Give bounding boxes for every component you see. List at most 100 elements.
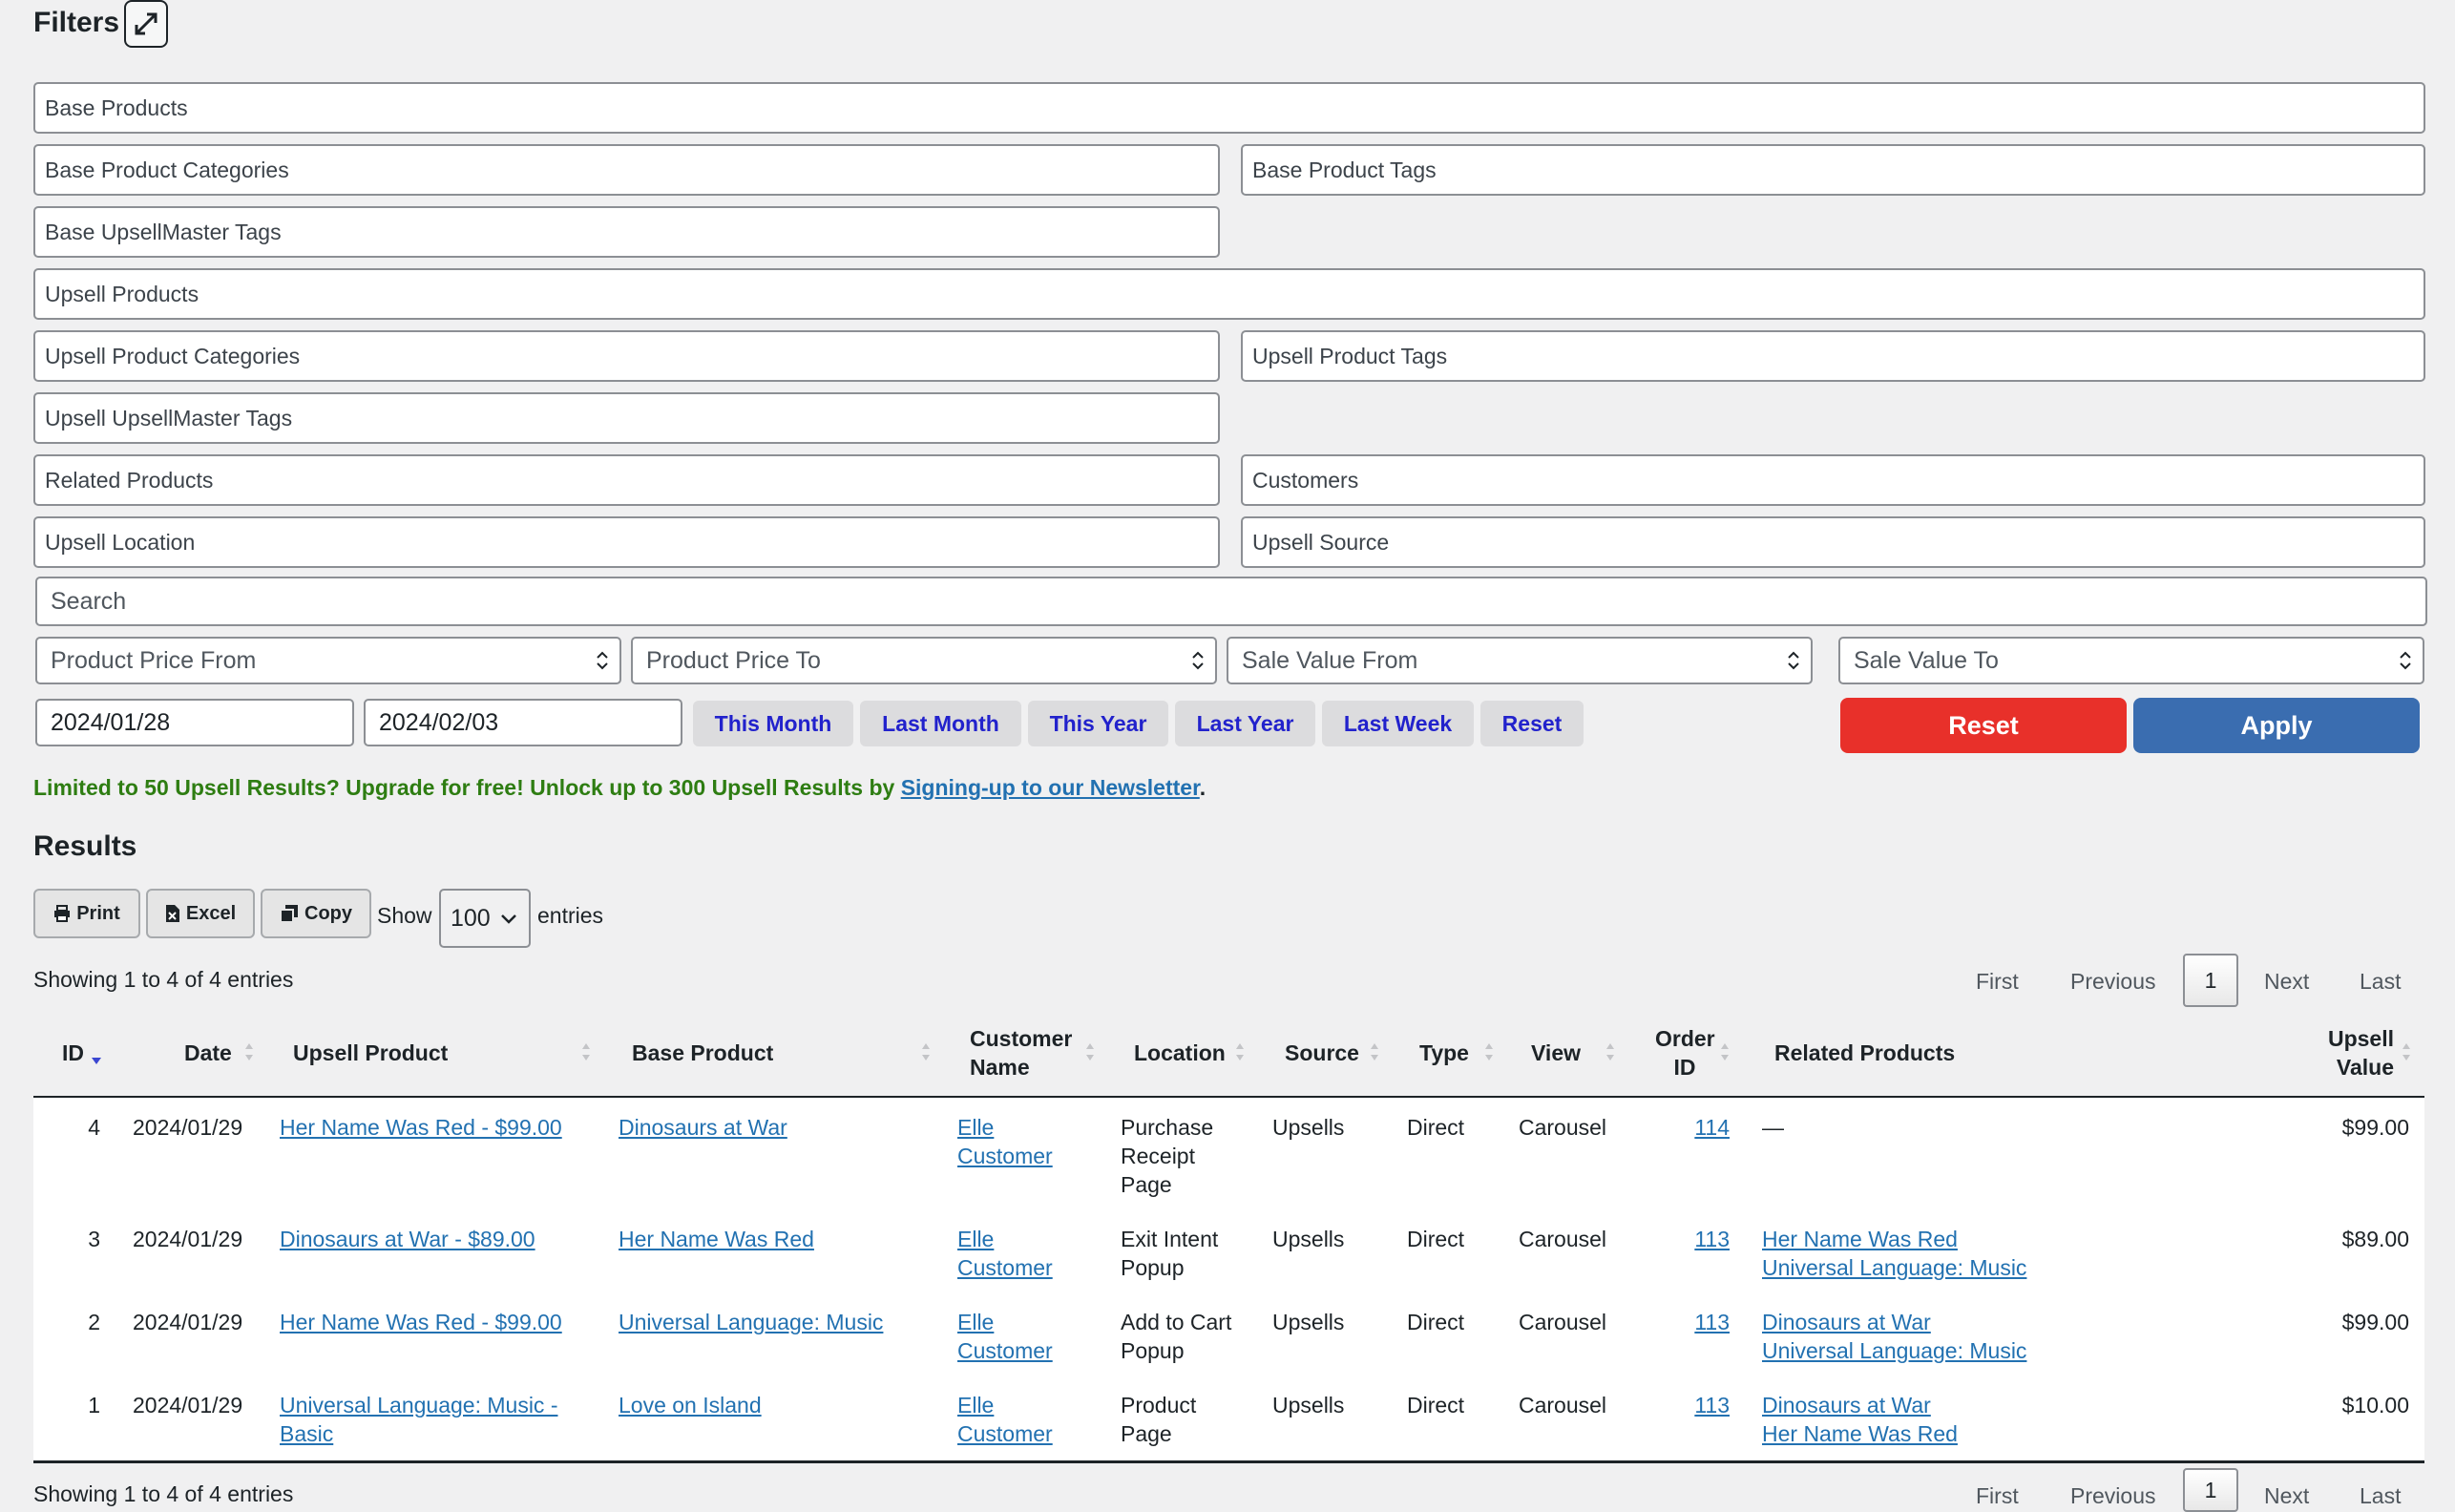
sale-value-from-placeholder: Sale Value From: [1242, 646, 1418, 674]
pager-previous-top[interactable]: Previous: [2070, 969, 2155, 995]
cell-source: Upsells: [1272, 1227, 1345, 1251]
pager-last-bottom[interactable]: Last: [2360, 1483, 2401, 1509]
cell-type: Direct: [1407, 1310, 1465, 1334]
sale-value-from-input[interactable]: Sale Value From: [1227, 637, 1813, 684]
this-year-button[interactable]: This Year: [1028, 701, 1168, 746]
col-base-product[interactable]: Base Product: [632, 1039, 773, 1067]
spinner-icon: [1192, 651, 1204, 670]
cell-id: 1: [88, 1393, 100, 1418]
col-order-id[interactable]: Order ID: [1655, 1024, 1715, 1082]
pager-current-top[interactable]: 1: [2183, 954, 2238, 1007]
cell-related-products: Dinosaurs at War Her Name Was Red: [1762, 1391, 1958, 1448]
base-product-tags-select[interactable]: Base Product Tags: [1241, 144, 2425, 196]
cell-order-id: 114: [1661, 1113, 1730, 1142]
customer-link[interactable]: Elle Customer: [957, 1227, 1053, 1280]
customer-link[interactable]: Elle Customer: [957, 1310, 1053, 1363]
sale-value-to-placeholder: Sale Value To: [1854, 646, 1999, 674]
pager-next-top[interactable]: Next: [2264, 969, 2309, 995]
upsell-product-link[interactable]: Universal Language: Music - Basic: [280, 1393, 557, 1446]
upsell-source-select[interactable]: Upsell Source: [1241, 516, 2425, 568]
pager-current-bottom[interactable]: 1: [2183, 1468, 2238, 1512]
last-month-button[interactable]: Last Month: [860, 701, 1021, 746]
col-related-products[interactable]: Related Products: [1774, 1039, 1955, 1067]
cell-date: 2024/01/29: [133, 1115, 243, 1140]
base-product-categories-select[interactable]: Base Product Categories: [33, 144, 1220, 196]
col-source[interactable]: Source: [1285, 1039, 1359, 1067]
col-location[interactable]: Location: [1134, 1039, 1226, 1067]
upsell-product-link[interactable]: Dinosaurs at War - $89.00: [280, 1227, 535, 1251]
cell-view: Carousel: [1519, 1393, 1607, 1418]
this-month-button[interactable]: This Month: [693, 701, 853, 746]
last-week-button[interactable]: Last Week: [1322, 701, 1474, 746]
cell-related-products: Dinosaurs at War Universal Language: Musi…: [1762, 1308, 2026, 1365]
col-view[interactable]: View: [1531, 1039, 1581, 1067]
pager-next-bottom[interactable]: Next: [2264, 1483, 2309, 1509]
cell-base-product: Love on Island: [619, 1391, 762, 1419]
base-products-select[interactable]: Base Products: [33, 82, 2425, 134]
base-upsellmaster-tags-select[interactable]: Base UpsellMaster Tags: [33, 206, 1220, 258]
base-product-link[interactable]: Love on Island: [619, 1393, 762, 1418]
apply-button[interactable]: Apply: [2133, 698, 2420, 753]
order-link[interactable]: 113: [1694, 1227, 1730, 1251]
sort-icon: [245, 1043, 253, 1060]
customer-link[interactable]: Elle Customer: [957, 1393, 1053, 1446]
related-products-select[interactable]: Related Products: [33, 454, 1220, 506]
col-id[interactable]: ID: [62, 1039, 84, 1067]
reset-range-button[interactable]: Reset: [1480, 701, 1584, 746]
order-link[interactable]: 114: [1694, 1115, 1730, 1140]
pager-first-bottom[interactable]: First: [1976, 1483, 2019, 1509]
col-type[interactable]: Type: [1419, 1039, 1469, 1067]
col-order-id-line2: ID: [1673, 1055, 1696, 1080]
related-product-link[interactable]: Dinosaurs at War: [1762, 1310, 1931, 1334]
related-product-link[interactable]: Universal Language: Music: [1762, 1255, 2026, 1280]
cell-source: Upsells: [1272, 1115, 1345, 1140]
newsletter-link[interactable]: Signing-up to our Newsletter: [901, 775, 1200, 800]
customers-select[interactable]: Customers: [1241, 454, 2425, 506]
pager-last-top[interactable]: Last: [2360, 969, 2401, 995]
cell-view: Carousel: [1519, 1227, 1607, 1251]
col-date[interactable]: Date: [184, 1039, 232, 1067]
date-from-input[interactable]: 2024/01/28: [35, 699, 354, 746]
upsell-upsellmaster-tags-select[interactable]: Upsell UpsellMaster Tags: [33, 392, 1220, 444]
search-input[interactable]: Search: [35, 577, 2427, 626]
cell-source: Upsells: [1272, 1310, 1345, 1334]
related-product-link[interactable]: Her Name Was Red: [1762, 1227, 1958, 1251]
date-to-input[interactable]: 2024/02/03: [364, 699, 682, 746]
related-product-link[interactable]: Universal Language: Music: [1762, 1338, 2026, 1363]
sale-value-to-input[interactable]: Sale Value To: [1838, 637, 2424, 684]
show-label: Show: [377, 903, 432, 928]
product-price-from-input[interactable]: Product Price From: [35, 637, 621, 684]
col-customer-name[interactable]: Customer Name: [970, 1024, 1072, 1082]
col-upsell-value-line1: Upsell: [2327, 1026, 2394, 1051]
pager-first-top[interactable]: First: [1976, 969, 2019, 995]
order-link[interactable]: 113: [1694, 1393, 1730, 1418]
copy-button[interactable]: Copy: [261, 889, 371, 938]
col-upsell-product[interactable]: Upsell Product: [293, 1039, 448, 1067]
base-product-link[interactable]: Dinosaurs at War: [619, 1115, 787, 1140]
pager-previous-bottom[interactable]: Previous: [2070, 1483, 2155, 1509]
showing-info-bottom: Showing 1 to 4 of 4 entries: [33, 1481, 294, 1506]
order-link[interactable]: 113: [1694, 1310, 1730, 1334]
last-year-button[interactable]: Last Year: [1175, 701, 1315, 746]
upsell-product-link[interactable]: Her Name Was Red - $99.00: [280, 1115, 562, 1140]
col-upsell-value[interactable]: Upsell Value: [2325, 1024, 2394, 1082]
customer-link[interactable]: Elle Customer: [957, 1115, 1053, 1168]
print-button[interactable]: Print: [33, 889, 140, 938]
excel-button[interactable]: Excel: [146, 889, 255, 938]
related-product-link[interactable]: Dinosaurs at War: [1762, 1393, 1931, 1418]
entries-select[interactable]: 100: [439, 889, 531, 948]
print-icon: [54, 905, 71, 922]
reset-button[interactable]: Reset: [1840, 698, 2127, 753]
sort-icon: [1721, 1043, 1729, 1060]
upsell-product-tags-select[interactable]: Upsell Product Tags: [1241, 330, 2425, 382]
sort-icon: [1086, 1043, 1094, 1060]
expand-button[interactable]: [124, 0, 168, 48]
upsell-location-select[interactable]: Upsell Location: [33, 516, 1220, 568]
base-product-link[interactable]: Her Name Was Red: [619, 1227, 814, 1251]
base-product-link[interactable]: Universal Language: Music: [619, 1310, 883, 1334]
upsell-product-link[interactable]: Her Name Was Red - $99.00: [280, 1310, 562, 1334]
upsell-product-categories-select[interactable]: Upsell Product Categories: [33, 330, 1220, 382]
product-price-to-input[interactable]: Product Price To: [631, 637, 1217, 684]
upsell-products-select[interactable]: Upsell Products: [33, 268, 2425, 320]
related-product-link[interactable]: Her Name Was Red: [1762, 1421, 1958, 1446]
